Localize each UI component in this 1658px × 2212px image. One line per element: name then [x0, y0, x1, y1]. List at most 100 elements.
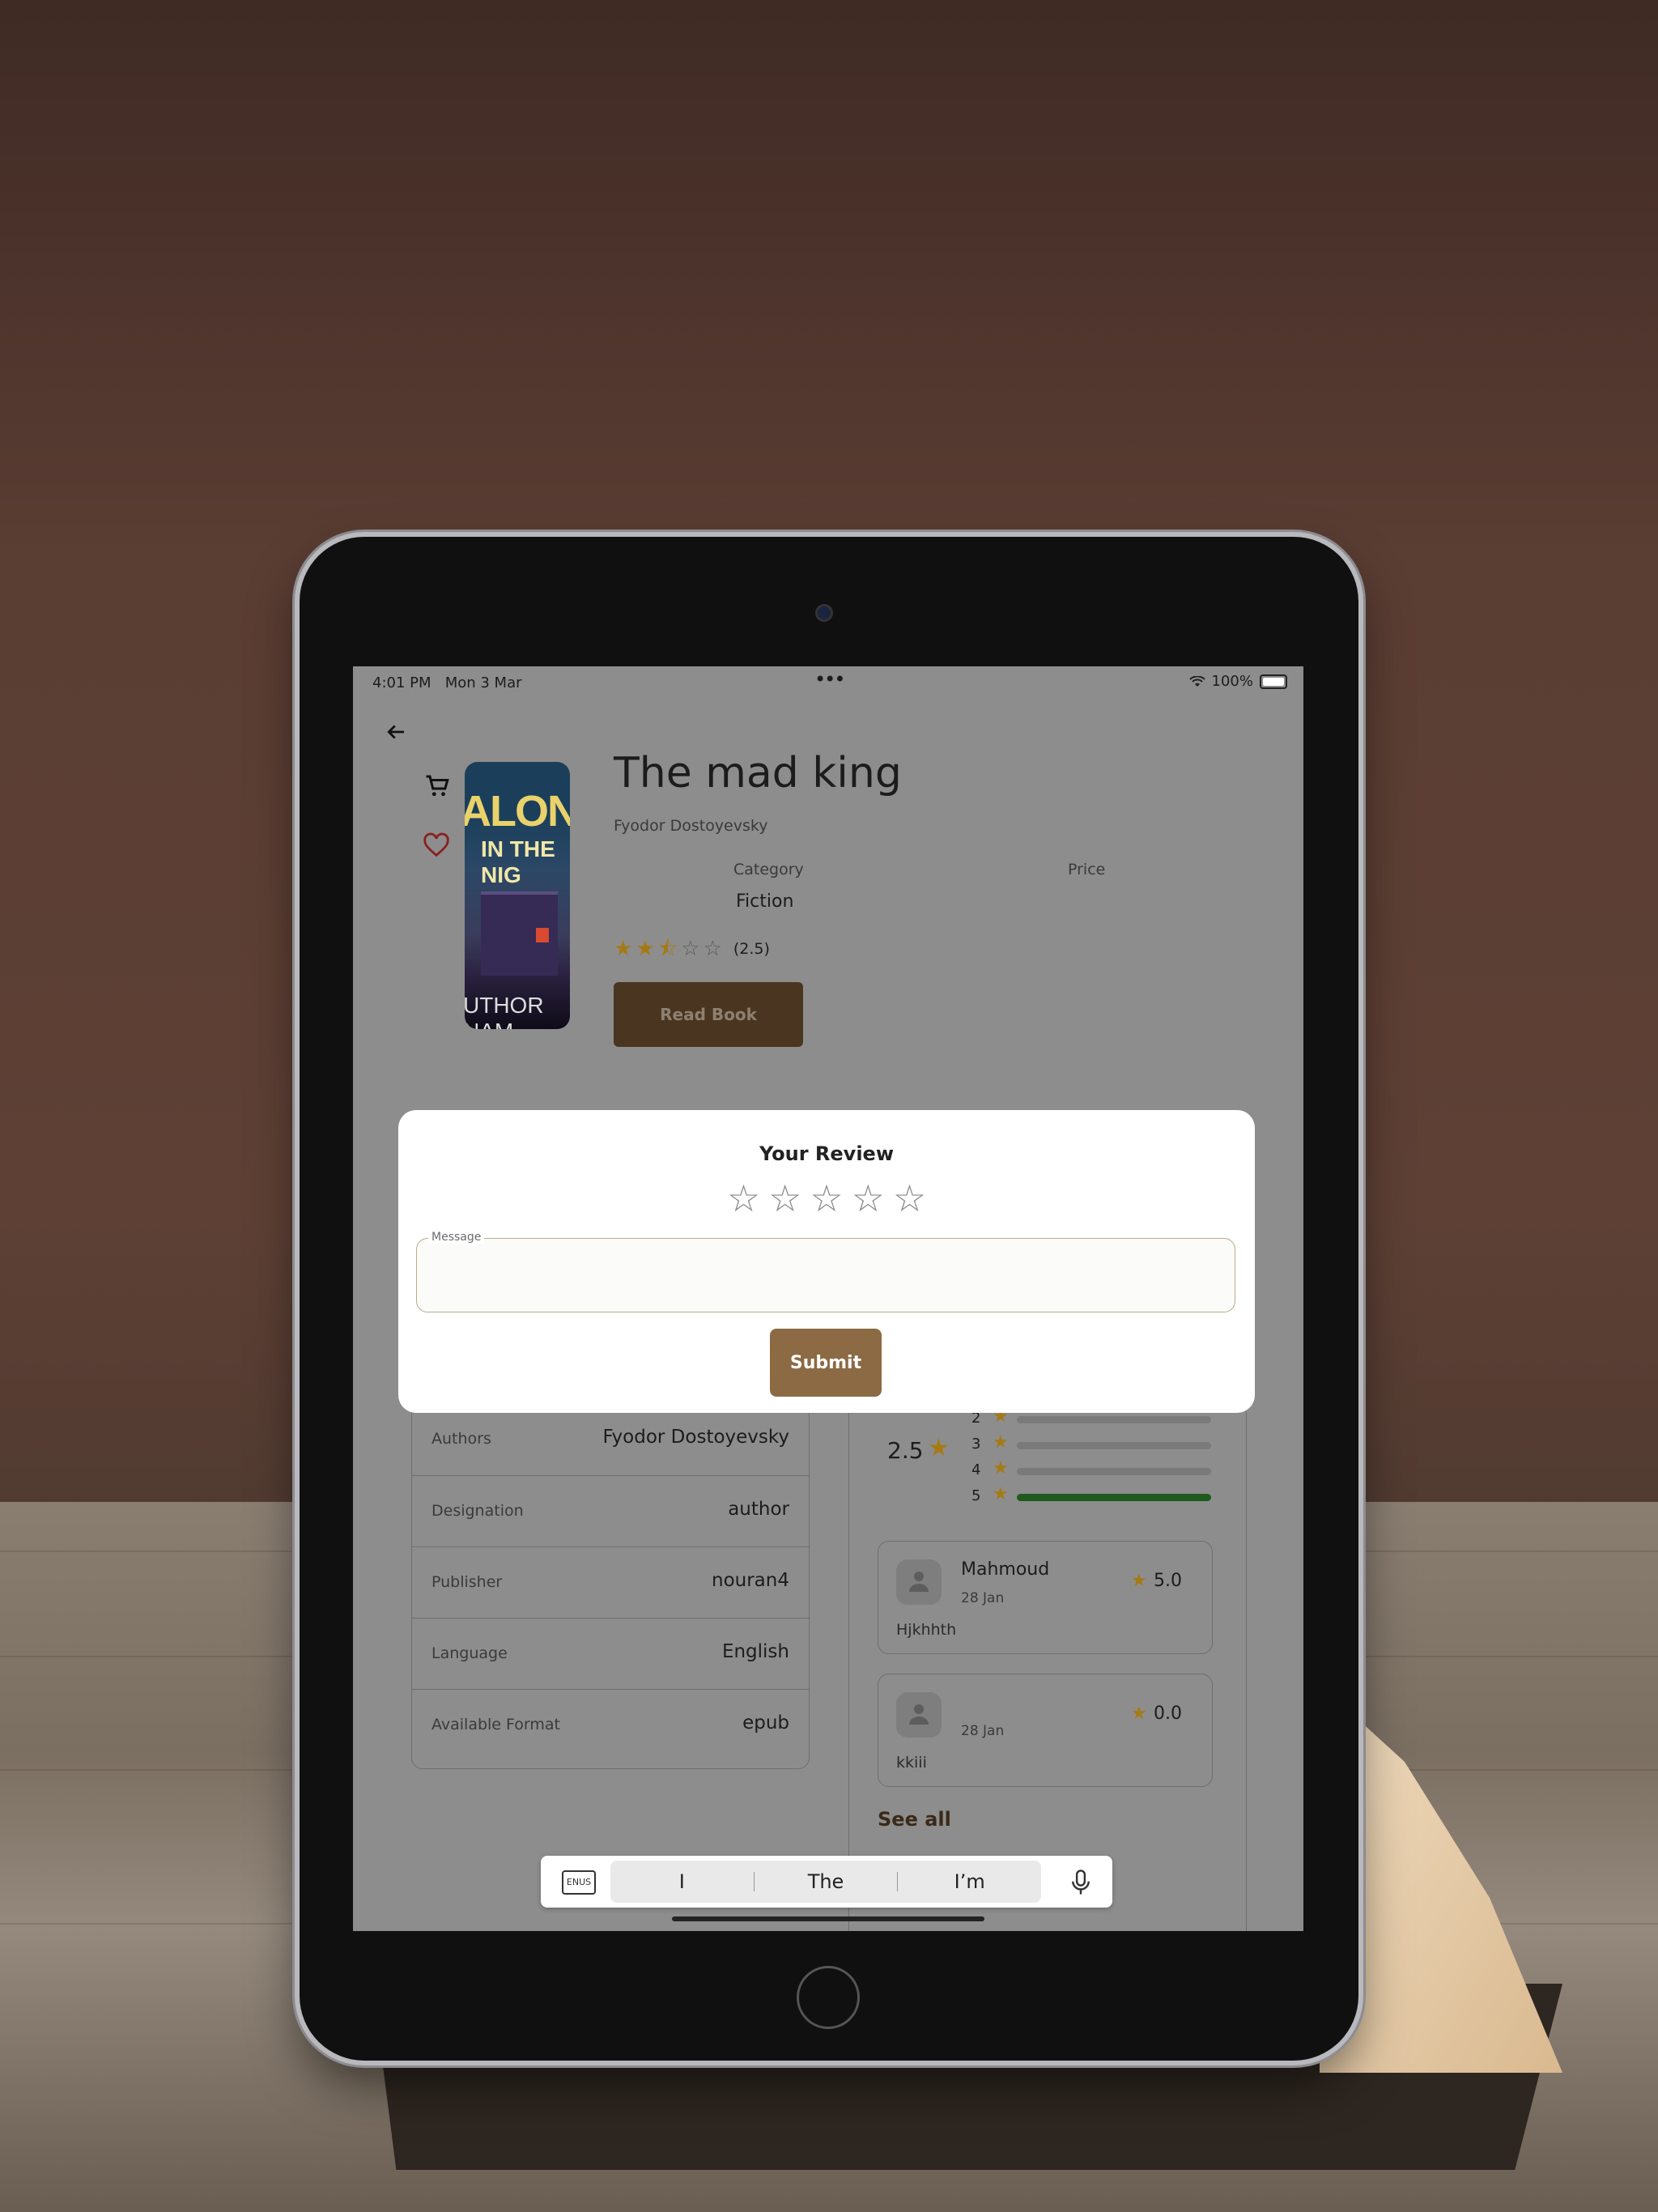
star-icon: ★ [1131, 1571, 1147, 1591]
detail-value: nouran4 [712, 1570, 789, 1591]
star-icon: ★ [993, 1458, 1009, 1478]
camera-icon [815, 604, 833, 622]
reviewer-name: Mahmoud [961, 1559, 1050, 1580]
dialog-title: Your Review [759, 1142, 895, 1165]
detail-value: author [728, 1499, 789, 1520]
suggestions: I The I’m [610, 1861, 1041, 1903]
bar-track [1017, 1468, 1211, 1475]
keyboard-language-icon[interactable]: ENUS [562, 1870, 596, 1895]
wifi-icon [1188, 675, 1205, 687]
bar-track [1017, 1442, 1211, 1449]
star-full-icon: ★ [614, 937, 633, 961]
book-author: Fyodor Dostoyevsky [614, 817, 768, 835]
cover-subtitle: IN THE NIG [481, 836, 555, 887]
book-rating: ★ ★ ⯪ ☆ ☆ (2.5) [614, 938, 770, 959]
detail-row-publisher: Publisher nouran4 [412, 1546, 809, 1619]
rating-bar-4: 4 ★ [971, 1458, 1214, 1479]
detail-label: Available Format [432, 1716, 560, 1733]
book-title: The mad king [614, 749, 902, 798]
star-full-icon: ★ [636, 937, 655, 961]
detail-row-designation: Designation author [412, 1475, 809, 1547]
read-book-button[interactable]: Read Book [614, 982, 803, 1047]
app-screen: 4:01 PM Mon 3 Mar ••• 100% ALON IN THE N… [353, 666, 1303, 1931]
keyboard-suggestion-bar: ENUS I The I’m [541, 1856, 1112, 1908]
submit-button[interactable]: Submit [770, 1329, 882, 1397]
review-date: 28 Jan [961, 1590, 1005, 1606]
user-icon [909, 1572, 929, 1592]
detail-value: English [721, 1641, 789, 1662]
book-details-card: Authors Fyodor Dostoyevsky Designation a… [411, 1403, 810, 1769]
message-input[interactable]: Message [416, 1231, 1235, 1312]
bar-label: 3 [971, 1436, 981, 1453]
home-button[interactable] [797, 1966, 860, 2029]
back-arrow-icon[interactable] [384, 720, 413, 749]
status-date: Mon 3 Mar [444, 674, 522, 691]
rating-bar-5: 5 ★ [971, 1484, 1214, 1505]
cart-icon[interactable] [423, 772, 452, 801]
reviews-card [848, 1403, 1247, 1931]
review-item: Mahmoud 28 Jan ★ 5.0 Hjkhhth [878, 1541, 1213, 1654]
review-rating: 5.0 [1154, 1571, 1182, 1591]
rating-text: (2.5) [733, 940, 770, 958]
home-indicator[interactable] [672, 1916, 984, 1921]
detail-value: epub [742, 1712, 789, 1733]
multitasking-dots-icon[interactable]: ••• [814, 668, 845, 691]
detail-label: Designation [432, 1502, 524, 1520]
rating-bar-2: 2 ★ [971, 1406, 1214, 1427]
user-icon [909, 1704, 929, 1725]
suggestion[interactable]: The [755, 1861, 898, 1903]
detail-label: Publisher [432, 1573, 503, 1591]
star-icon: ★ [993, 1432, 1009, 1453]
average-rating: 2.5 [887, 1437, 924, 1464]
bar-label: 5 [971, 1487, 981, 1504]
cover-title: ALON [465, 787, 570, 836]
star-half-icon: ⯪ [657, 937, 678, 961]
suggestion[interactable]: I’m [898, 1861, 1041, 1903]
avatar [896, 1559, 942, 1605]
star-icon: ★ [1131, 1704, 1147, 1724]
rating-star-5-icon[interactable]: ☆ [893, 1178, 926, 1219]
book-cover-image: ALON IN THE NIG UTHOR NAM [465, 762, 570, 1029]
rating-star-1-icon[interactable]: ☆ [727, 1178, 760, 1219]
detail-row-language: Language English [412, 1618, 809, 1690]
detail-row-format: Available Format epub [412, 1689, 809, 1761]
tablet-device: 4:01 PM Mon 3 Mar ••• 100% ALON IN THE N… [300, 537, 1358, 2061]
review-rating: 0.0 [1154, 1704, 1182, 1724]
review-date: 28 Jan [961, 1723, 1005, 1739]
status-right: 100% [1188, 673, 1287, 690]
message-label: Message [428, 1231, 485, 1244]
rating-star-4-icon[interactable]: ☆ [852, 1178, 885, 1219]
detail-label: Authors [432, 1430, 491, 1448]
star-icon: ★ [993, 1484, 1009, 1504]
status-time-value: 4:01 PM [372, 674, 432, 691]
review-text: Hjkhhth [896, 1621, 957, 1639]
star-empty-icon: ☆ [681, 937, 700, 961]
rating-star-3-icon[interactable]: ☆ [810, 1178, 843, 1219]
avatar [896, 1692, 942, 1738]
category-label: Category [733, 861, 804, 878]
detail-label: Language [432, 1644, 508, 1662]
review-item: 28 Jan ★ 0.0 kkiii [878, 1674, 1213, 1787]
bar-fill [1017, 1494, 1211, 1501]
detail-row-authors: Authors Fyodor Dostoyevsky [412, 1404, 809, 1475]
average-star-icon: ★ [928, 1434, 950, 1462]
favorite-heart-icon[interactable] [423, 832, 452, 861]
bar-track [1017, 1416, 1211, 1423]
battery-icon [1260, 674, 1287, 689]
rating-star-2-icon[interactable]: ☆ [768, 1178, 801, 1219]
category-value: Fiction [736, 891, 794, 912]
status-bar: 4:01 PM Mon 3 Mar ••• 100% [353, 666, 1303, 699]
bar-track [1017, 1494, 1211, 1501]
microphone-icon[interactable] [1069, 1869, 1093, 1896]
rating-bar-3: 3 ★ [971, 1432, 1214, 1453]
cover-window-art [536, 928, 549, 942]
detail-value: Fyodor Dostoyevsky [602, 1427, 789, 1448]
star-rating-input: ☆ ☆ ☆ ☆ ☆ [398, 1178, 1255, 1219]
status-time: 4:01 PM Mon 3 Mar [372, 674, 522, 691]
star-empty-icon: ☆ [703, 937, 722, 961]
price-label: Price [1068, 861, 1106, 878]
see-all-link[interactable]: See all [878, 1808, 951, 1831]
battery-percent: 100% [1211, 673, 1253, 690]
bar-label: 4 [971, 1461, 981, 1478]
suggestion[interactable]: I [610, 1861, 754, 1903]
